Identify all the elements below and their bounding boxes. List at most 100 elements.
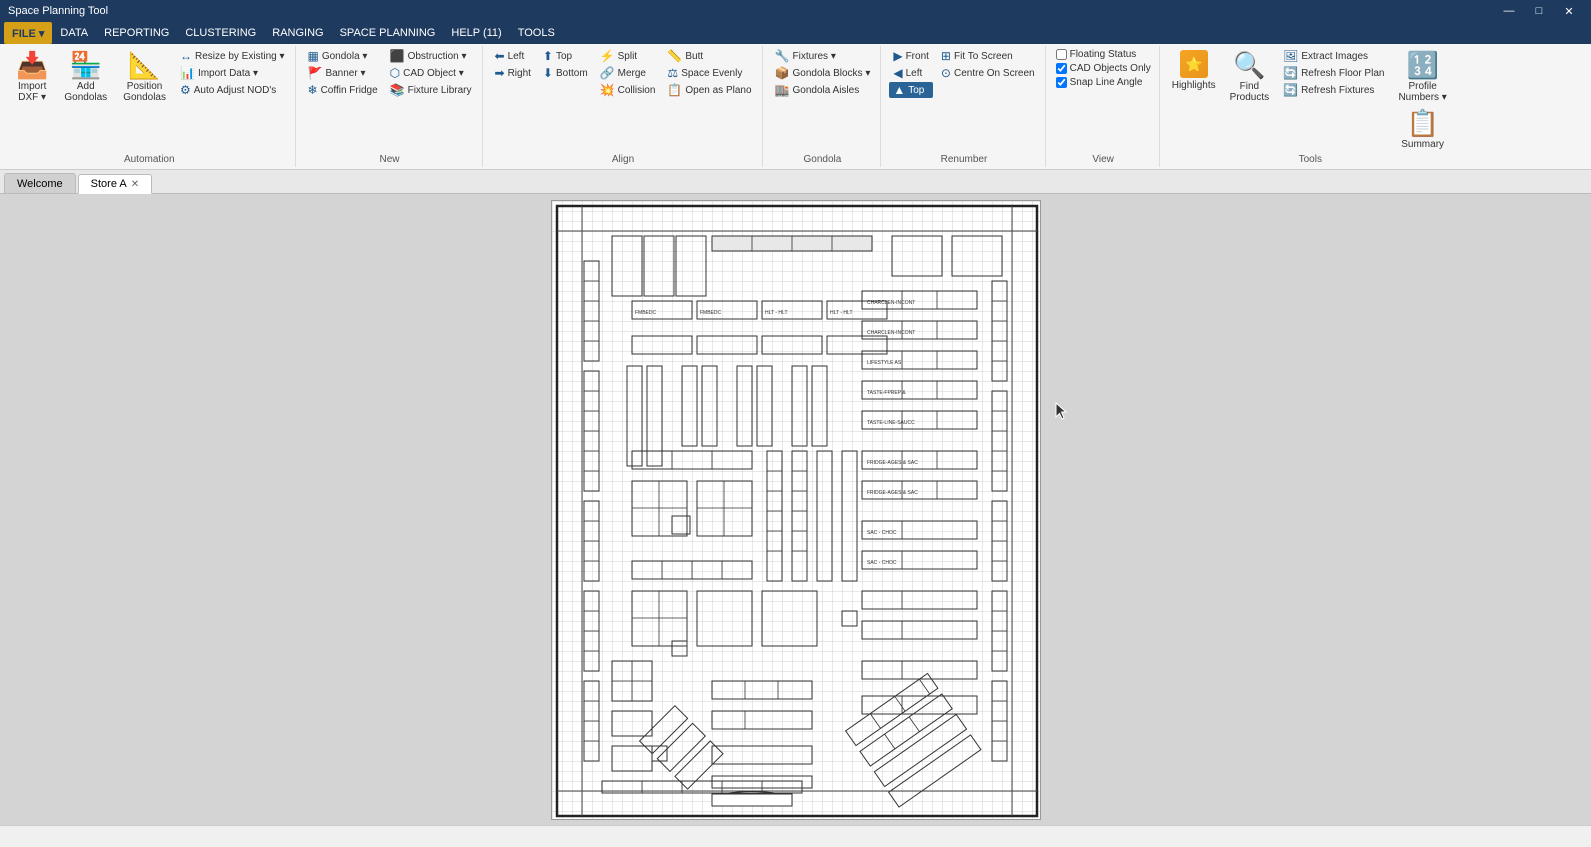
resize-icon: ↔ <box>180 49 192 63</box>
automation-content: 📥 ImportDXF ▾ 🏪 AddGondolas 📐 PositionGo… <box>10 48 289 152</box>
align-col4: 📏 Butt ⚖ Space Evenly 📋 Open as Plano <box>663 48 755 98</box>
space-evenly-button[interactable]: ⚖ Space Evenly <box>663 65 755 81</box>
collision-label: Collision <box>618 85 656 96</box>
menu-item-space-planning[interactable]: SPACE PLANNING <box>332 22 444 44</box>
fixture-library-label: Fixture Library <box>408 85 472 96</box>
banner-button[interactable]: 🚩 Banner ▾ <box>304 65 382 81</box>
maximize-button[interactable]: □ <box>1525 3 1553 19</box>
floating-status-checkbox[interactable]: Floating Status <box>1054 48 1153 61</box>
tab-close-store-a[interactable]: ✕ <box>131 179 139 190</box>
snap-line-angle-input[interactable] <box>1056 77 1067 88</box>
merge-label: Merge <box>618 68 646 79</box>
import-dxf-button[interactable]: 📥 ImportDXF ▾ <box>10 48 54 105</box>
top-view-button[interactable]: ▲ Top <box>889 82 933 98</box>
menu-item-reporting[interactable]: REPORTING <box>96 22 177 44</box>
floor-plan-drawing: FMBEDC FMBEDC HLT - HLT HLT - HLT CHARCL… <box>552 201 1040 819</box>
top-view-label: Top <box>908 85 924 96</box>
ribbon-group-view: Floating Status CAD Objects Only Snap Li… <box>1048 46 1160 167</box>
left-button[interactable]: ⬅ Left <box>491 48 535 64</box>
refresh-floor-plan-button[interactable]: 🔄 Refresh Floor Plan <box>1279 65 1388 81</box>
import-data-button[interactable]: 📊 Import Data ▾ <box>176 65 289 81</box>
bottom-button[interactable]: ⬇ Bottom <box>539 65 592 81</box>
svg-text:FRIDGE-AGES & SAC: FRIDGE-AGES & SAC <box>867 460 918 466</box>
gondola-col: 🔧 Fixtures ▾ 📦 Gondola Blocks ▾ 🏬 Gondol… <box>771 48 875 98</box>
gondola-button[interactable]: ▦ Gondola ▾ <box>304 48 382 64</box>
profile-numbers-button[interactable]: 🔢 ProfileNumbers ▾ <box>1392 48 1452 105</box>
open-as-plano-button[interactable]: 📋 Open as Plano <box>663 82 755 98</box>
import-dxf-icon: 📥 <box>16 50 48 81</box>
front-button[interactable]: ▶ Front <box>889 48 933 64</box>
fit-to-screen-button[interactable]: ⊞ Fit To Screen <box>937 48 1039 64</box>
gondola-blocks-button[interactable]: 📦 Gondola Blocks ▾ <box>771 65 875 81</box>
fixture-library-button[interactable]: 📚 Fixture Library <box>386 82 476 98</box>
floor-plan-container[interactable]: FMBEDC FMBEDC HLT - HLT HLT - HLT CHARCL… <box>0 194 1591 825</box>
coffin-fridge-button[interactable]: ❄ Coffin Fridge <box>304 82 382 98</box>
snap-line-angle-label: Snap Line Angle <box>1070 77 1143 88</box>
menu-item-file[interactable]: FILE ▾ <box>4 22 52 44</box>
ribbon-group-gondola: 🔧 Fixtures ▾ 📦 Gondola Blocks ▾ 🏬 Gondol… <box>765 46 882 167</box>
svg-text:TASTE-FPREP &: TASTE-FPREP & <box>867 390 906 396</box>
front-icon: ▶ <box>893 49 902 63</box>
find-products-button[interactable]: 🔍 FindProducts <box>1224 48 1275 105</box>
tab-welcome-label: Welcome <box>17 178 63 190</box>
collision-button[interactable]: 💥 Collision <box>596 82 660 98</box>
position-gondolas-button[interactable]: 📐 PositionGondolas <box>117 48 172 105</box>
menu-item-clustering[interactable]: CLUSTERING <box>177 22 264 44</box>
ribbon-group-automation: 📥 ImportDXF ▾ 🏪 AddGondolas 📐 PositionGo… <box>4 46 296 167</box>
import-data-label: Import Data ▾ <box>198 68 258 79</box>
menu-item-tools[interactable]: TOOLS <box>510 22 563 44</box>
butt-button[interactable]: 📏 Butt <box>663 48 755 64</box>
tools-label: Tools <box>1168 152 1453 165</box>
refresh-fixtures-button[interactable]: 🔄 Refresh Fixtures <box>1279 82 1388 98</box>
minimize-button[interactable]: — <box>1495 3 1523 19</box>
open-as-plano-label: Open as Plano <box>685 85 751 96</box>
menu-item-data[interactable]: DATA <box>52 22 96 44</box>
add-gondolas-button[interactable]: 🏪 AddGondolas <box>58 48 113 105</box>
menu-item-help[interactable]: HELP (11) <box>443 22 509 44</box>
coffin-fridge-label: Coffin Fridge <box>321 85 378 96</box>
cad-object-button[interactable]: ⬡ CAD Object ▾ <box>386 65 476 81</box>
snap-line-angle-checkbox[interactable]: Snap Line Angle <box>1054 76 1153 89</box>
auto-adjust-button[interactable]: ⚙ Auto Adjust NOD's <box>176 82 289 98</box>
floating-status-input[interactable] <box>1056 49 1067 60</box>
merge-button[interactable]: 🔗 Merge <box>596 65 660 81</box>
refresh-floor-plan-label: Refresh Floor Plan <box>1301 68 1384 79</box>
position-gondolas-label: PositionGondolas <box>123 81 166 103</box>
butt-label: Butt <box>685 51 703 62</box>
summary-button[interactable]: 📋 Summary <box>1392 106 1452 152</box>
align-label: Align <box>491 152 756 165</box>
cad-objects-only-checkbox[interactable]: CAD Objects Only <box>1054 62 1153 75</box>
fixtures-button[interactable]: 🔧 Fixtures ▾ <box>771 48 875 64</box>
tab-store-a-label: Store A <box>91 178 127 190</box>
position-gondolas-icon: 📐 <box>128 50 160 81</box>
refresh-fixtures-icon: 🔄 <box>1283 83 1298 97</box>
open-as-plano-icon: 📋 <box>667 83 682 97</box>
gondola-label: Gondola <box>771 152 875 165</box>
highlights-button[interactable]: ⭐ Highlights <box>1168 48 1220 93</box>
floating-status-label: Floating Status <box>1070 49 1137 60</box>
resize-existing-button[interactable]: ↔ Resize by Existing ▾ <box>176 48 289 64</box>
summary-icon: 📋 <box>1406 108 1438 139</box>
cad-objects-only-input[interactable] <box>1056 63 1067 74</box>
split-label: Split <box>618 51 637 62</box>
right-button[interactable]: ➡ Right <box>491 65 535 81</box>
refresh-fixtures-label: Refresh Fixtures <box>1301 85 1374 96</box>
tab-store-a[interactable]: Store A ✕ <box>78 174 152 194</box>
split-button[interactable]: ⚡ Split <box>596 48 660 64</box>
renumber-col2: ⊞ Fit To Screen ⊙ Centre On Screen <box>937 48 1039 81</box>
svg-text:SAC - CHOC: SAC - CHOC <box>867 530 897 536</box>
tab-welcome[interactable]: Welcome <box>4 173 76 193</box>
svg-text:CHARCLEN-INCONT: CHARCLEN-INCONT <box>867 300 915 306</box>
left-view-button[interactable]: ◀ Left <box>889 65 933 81</box>
top-button[interactable]: ⬆ Top <box>539 48 592 64</box>
import-data-icon: 📊 <box>180 66 195 80</box>
floor-plan[interactable]: FMBEDC FMBEDC HLT - HLT HLT - HLT CHARCL… <box>551 200 1041 820</box>
extract-images-button[interactable]: 🖼 Extract Images <box>1279 48 1388 64</box>
gondola-aisles-button[interactable]: 🏬 Gondola Aisles <box>771 82 875 98</box>
centre-on-screen-button[interactable]: ⊙ Centre On Screen <box>937 65 1039 81</box>
obstruction-button[interactable]: ⬛ Obstruction ▾ <box>386 48 476 64</box>
close-button[interactable]: ✕ <box>1555 3 1583 19</box>
svg-text:TASTE-LINE-SAUCC: TASTE-LINE-SAUCC <box>867 420 915 426</box>
menu-item-ranging[interactable]: RANGING <box>264 22 331 44</box>
tools-col2: 🔢 ProfileNumbers ▾ 📋 Summary <box>1392 48 1452 152</box>
